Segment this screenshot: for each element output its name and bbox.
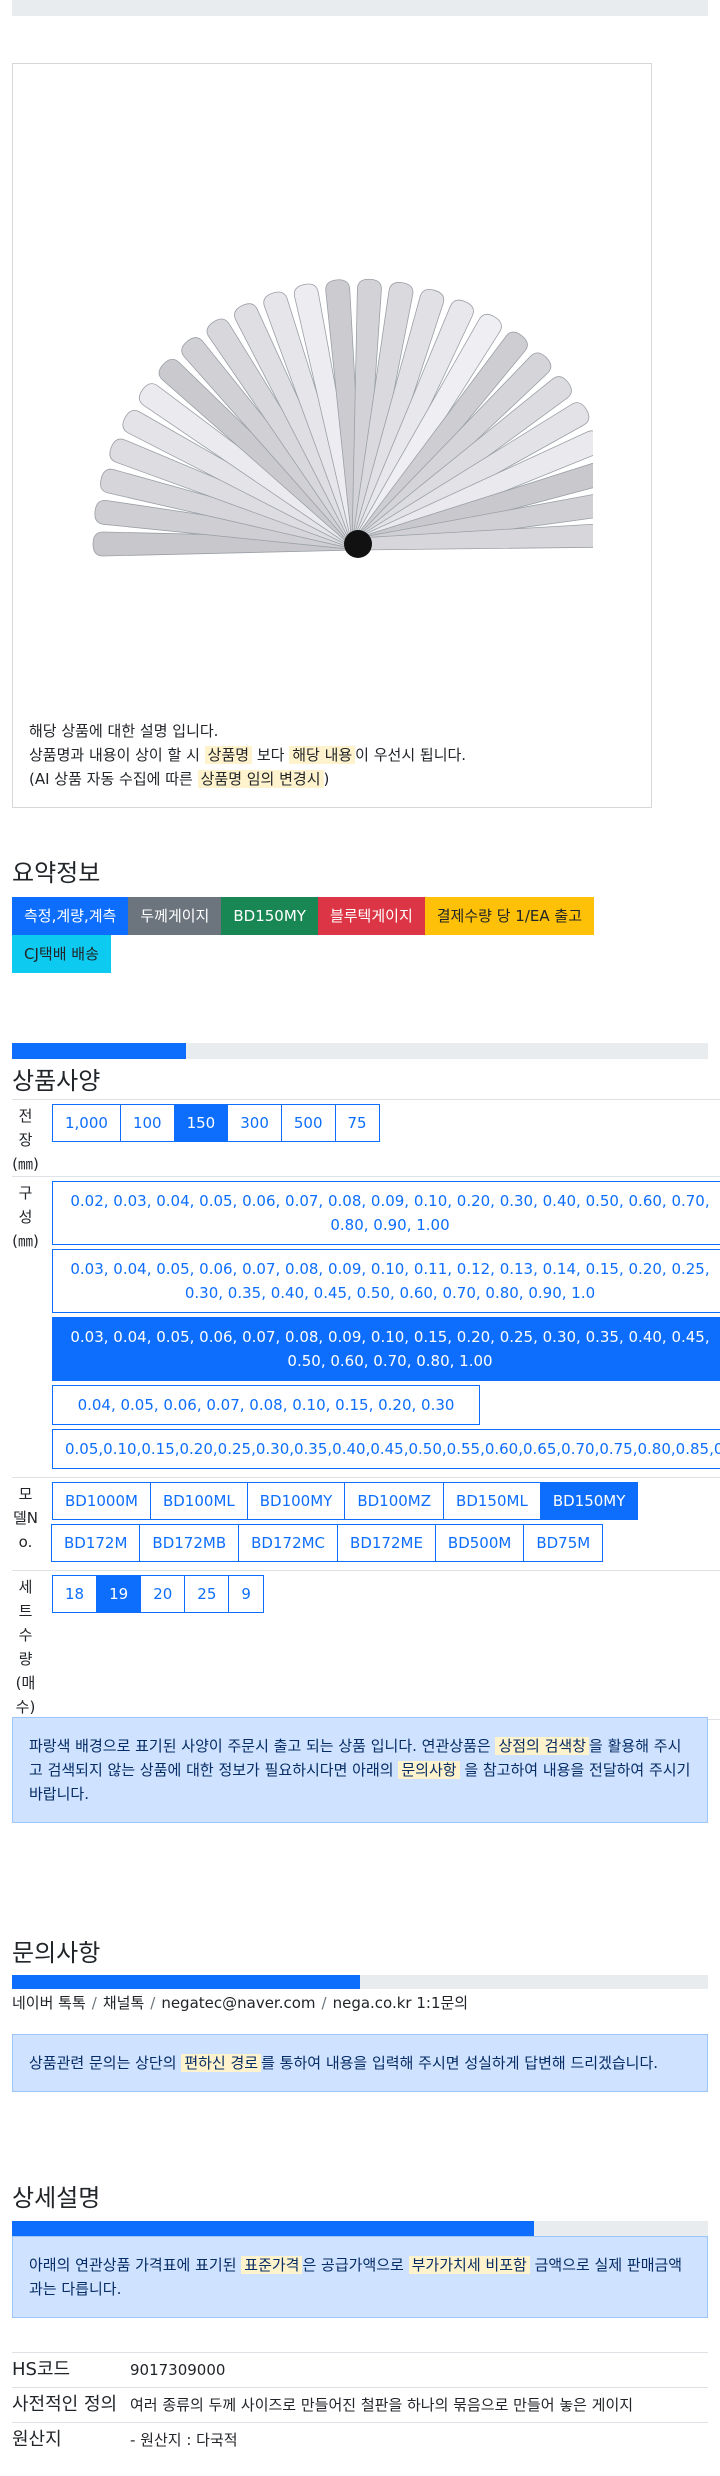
set-count-options: 18 19 20 25 9 (39, 1571, 720, 1719)
info-key: HS코드 (12, 2359, 71, 2380)
model-label: 모델No. (12, 1485, 39, 1551)
spec-row-set-count: 세트수량(매수) 18 19 20 25 9 (12, 1570, 720, 1720)
link-email[interactable]: negatec@naver.com (161, 1994, 315, 2012)
spec-notice: 파랑색 배경으로 표기된 사양이 주문시 출고 되는 상품 입니다. 연관상품은… (12, 1717, 708, 1823)
composition-label: 구성(㎜) (12, 1184, 39, 1250)
detail-notice: 아래의 연관상품 가격표에 표기된 표준가격 은 공급가액으로 부가가치세 비포함… (12, 2236, 708, 2318)
set-count-option[interactable]: 19 (96, 1575, 142, 1613)
model-option[interactable]: BD172ME (337, 1524, 436, 1562)
chip-model[interactable]: BD150MY (221, 897, 318, 935)
model-option[interactable]: BD1000M (52, 1482, 151, 1520)
length-option[interactable]: 1,000 (52, 1104, 121, 1142)
link-channel-talk[interactable]: 채널톡 (103, 1994, 144, 2012)
length-label: 전장(㎜) (12, 1107, 39, 1173)
spec-progress (12, 1043, 708, 1059)
info-row-origin: 원산지 - 원산지 : 다국적 (12, 2422, 708, 2457)
inquiry-title: 문의사항 (12, 1939, 101, 1967)
composition-option[interactable]: 0.03, 0.04, 0.05, 0.06, 0.07, 0.08, 0.09… (52, 1317, 720, 1381)
highlight-inquiry: 문의사항 (398, 1761, 460, 1779)
feeler-gauge-image (92, 278, 593, 558)
link-naver-talk[interactable]: 네이버 톡톡 (12, 1994, 86, 2012)
chip-delivery[interactable]: CJ택배 배송 (12, 935, 111, 973)
composition-option[interactable]: 0.04, 0.05, 0.06, 0.07, 0.08, 0.10, 0.15… (52, 1385, 480, 1425)
model-option[interactable]: BD172MB (139, 1524, 240, 1562)
inquiry-progress (12, 1975, 708, 1989)
inquiry-links: 네이버 톡톡 / 채널톡 / negatec@naver.com / nega.co.kr … (12, 1994, 469, 2012)
composition-options: 0.02, 0.03, 0.04, 0.05, 0.06, 0.07, 0.08… (39, 1177, 720, 1477)
highlight-search: 상점의 검색창 (495, 1737, 590, 1755)
detail-title: 상세설명 (12, 2184, 101, 2212)
summary-chips: 측정,계량,계측 두께게이지 BD150MY 블루텍게이지 결제수량 당 1/E… (12, 897, 672, 973)
highlight-name-change: 상품명 임의 변경시 (197, 770, 324, 788)
spec-row-composition: 구성(㎜) 0.02, 0.03, 0.04, 0.05, 0.06, 0.07… (12, 1176, 720, 1477)
highlight-standard-price: 표준가격 (241, 2256, 303, 2274)
chip-brand[interactable]: 블루텍게이지 (317, 897, 425, 935)
caption-line-2: 상품명과 내용이 상이 할 시 상품명 보다 해당 내용 이 우선시 됩니다. (29, 746, 467, 764)
length-options: 1,000 100 150 300 500 75 (39, 1100, 720, 1176)
summary-title: 요약정보 (12, 859, 101, 887)
spec-title: 상품사양 (12, 1067, 101, 1095)
chip-shipping-qty[interactable]: 결제수량 당 1/EA 출고 (424, 897, 594, 935)
model-options: BD1000M BD100ML BD100MY BD100MZ BD150ML BD150… (39, 1478, 720, 1570)
set-count-option[interactable]: 9 (228, 1575, 264, 1613)
length-option[interactable]: 300 (227, 1104, 282, 1142)
chip-category[interactable]: 측정,계량,계측 (12, 897, 129, 935)
inquiry-notice: 상품관련 문의는 상단의 편하신 경로 를 통하여 내용을 입력해 주시면 성실하… (12, 2034, 708, 2092)
info-row-definition: 사전적인 정의 여러 종류의 두께 사이즈로 만들어진 철판을 하나의 묶음으로… (12, 2387, 708, 2422)
length-option[interactable]: 100 (119, 1104, 175, 1142)
info-value: - 원산지 : 다국적 (130, 2431, 238, 2449)
set-count-option[interactable]: 18 (52, 1575, 98, 1613)
detail-progress (12, 2221, 708, 2237)
model-option[interactable]: BD500M (434, 1524, 525, 1562)
length-option[interactable]: 150 (173, 1104, 229, 1142)
model-option[interactable]: BD100MZ (344, 1482, 445, 1520)
image-caption: 해당 상품에 대한 설명 입니다. 상품명과 내용이 상이 할 시 상품명 보다… (29, 719, 466, 791)
set-count-option[interactable]: 20 (140, 1575, 186, 1613)
top-progress-bar (12, 0, 708, 16)
composition-option[interactable]: 0.02, 0.03, 0.04, 0.05, 0.06, 0.07, 0.08… (52, 1181, 720, 1245)
model-option[interactable]: BD150MY (539, 1482, 639, 1520)
model-option[interactable]: BD172M (51, 1524, 141, 1562)
length-option[interactable]: 500 (280, 1104, 336, 1142)
spec-table: 전장(㎜) 1,000 100 150 300 500 75 구성(㎜) 0.02, 0.… (12, 1099, 720, 1720)
composition-option[interactable]: 0.03, 0.04, 0.05, 0.06, 0.07, 0.08, 0.09… (52, 1249, 720, 1313)
chip-type[interactable]: 두께게이지 (128, 897, 222, 935)
info-row-hs-code: HS코드 9017309000 (12, 2352, 708, 2387)
highlight-vat: 부가가치세 비포함 (408, 2256, 530, 2274)
spec-row-length: 전장(㎜) 1,000 100 150 300 500 75 (12, 1099, 720, 1176)
caption-line-3: (AI 상품 자동 수집에 따른 상품명 임의 변경시) (29, 770, 330, 788)
model-option[interactable]: BD172MC (238, 1524, 339, 1562)
highlight-product-name: 상품명 (204, 746, 253, 764)
info-key: 사전적인 정의 (12, 2394, 118, 2415)
composition-option[interactable]: 0.05,0.10,0.15,0.20,0.25,0.30,0.35,0.40,… (52, 1429, 720, 1469)
highlight-content: 해당 내용 (289, 746, 356, 764)
info-value: 여러 종류의 두께 사이즈로 만들어진 철판을 하나의 묶음으로 만들어 놓은 … (130, 2396, 634, 2414)
spec-row-model: 모델No. BD1000M BD100ML BD100MY BD100MZ BD150M… (12, 1477, 720, 1570)
gauge-hub (344, 530, 372, 558)
link-site-inquiry[interactable]: nega.co.kr 1:1문의 (333, 1994, 469, 2012)
model-option[interactable]: BD100MY (246, 1482, 346, 1520)
set-count-option[interactable]: 25 (184, 1575, 230, 1613)
model-option[interactable]: BD100ML (149, 1482, 248, 1520)
info-value: 9017309000 (130, 2361, 226, 2379)
model-option[interactable]: BD75M (523, 1524, 604, 1562)
length-option[interactable]: 75 (334, 1104, 380, 1142)
set-count-label: 세트수량(매수) (15, 1578, 36, 1716)
model-option[interactable]: BD150ML (443, 1482, 541, 1520)
caption-line-1: 해당 상품에 대한 설명 입니다. (29, 722, 219, 740)
detail-info-table: HS코드 9017309000 사전적인 정의 여러 종류의 두께 사이즈로 만… (12, 2352, 708, 2457)
product-image-card: 해당 상품에 대한 설명 입니다. 상품명과 내용이 상이 할 시 상품명 보다… (12, 63, 652, 808)
info-key: 원산지 (12, 2429, 62, 2450)
highlight-route: 편하신 경로 (181, 2054, 262, 2072)
